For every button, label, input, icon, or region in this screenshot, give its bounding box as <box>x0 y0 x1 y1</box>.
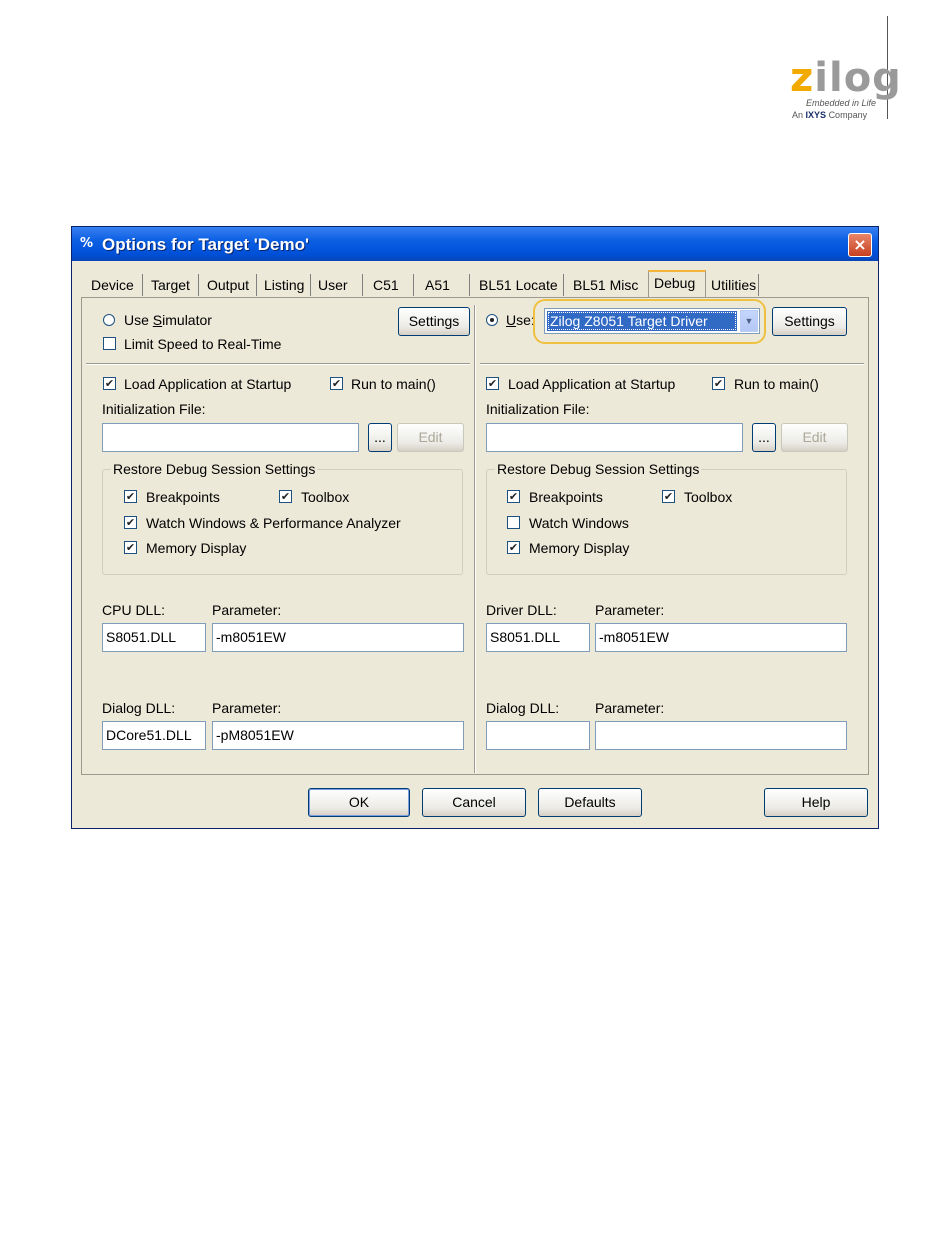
defaults-button[interactable]: Defaults <box>538 788 642 817</box>
driver-dropdown[interactable]: Zilog Z8051 Target Driver ▼ <box>544 308 760 334</box>
left-watch-checkbox[interactable]: ✔ <box>124 516 137 529</box>
left-breakpoints-checkbox[interactable]: ✔ <box>124 490 137 503</box>
tab-output[interactable]: Output <box>202 274 257 296</box>
tab-device[interactable]: Device <box>86 274 143 296</box>
limit-speed-checkbox[interactable] <box>103 337 116 350</box>
title-bar[interactable]: % Options for Target 'Demo' × <box>72 227 878 261</box>
right-init-file-label: Initialization File: <box>486 401 590 417</box>
zilog-logo: zilog <box>790 55 902 101</box>
left-load-app-checkbox[interactable]: ✔ <box>103 377 116 390</box>
left-dialog-param-input[interactable]: -pM8051EW <box>212 721 464 750</box>
close-button[interactable]: × <box>848 233 872 257</box>
app-icon: % <box>80 236 94 251</box>
right-watch-checkbox[interactable] <box>507 516 520 529</box>
left-separator <box>86 363 470 364</box>
driver-dropdown-value: Zilog Z8051 Target Driver <box>547 311 737 331</box>
ok-button[interactable]: OK <box>308 788 410 817</box>
right-run-to-main-checkbox[interactable]: ✔ <box>712 377 725 390</box>
chevron-down-icon[interactable]: ▼ <box>740 310 758 332</box>
tab-utilities[interactable]: Utilities <box>706 274 759 296</box>
right-load-app-label: Load Application at Startup <box>508 376 676 392</box>
right-run-to-main-label: Run to main() <box>734 376 819 392</box>
right-dialog-dll-label: Dialog DLL: <box>486 700 560 716</box>
use-simulator-label: Use Simulator <box>124 312 212 328</box>
left-run-to-main-checkbox[interactable]: ✔ <box>330 377 343 390</box>
use-driver-radio[interactable] <box>486 314 498 326</box>
cpu-dll-label: CPU DLL: <box>102 602 166 618</box>
right-edit-button[interactable]: Edit <box>781 423 848 452</box>
left-init-file-label: Initialization File: <box>102 401 206 417</box>
cpu-dll-input[interactable]: S8051.DLL <box>102 623 206 652</box>
right-dialog-param-label: Parameter: <box>595 700 665 716</box>
tab-listing[interactable]: Listing <box>259 274 311 296</box>
driver-settings-button[interactable]: Settings <box>772 307 847 336</box>
simulator-settings-button[interactable]: Settings <box>398 307 470 336</box>
right-toolbox-label: Toolbox <box>684 489 733 505</box>
driver-dll-input[interactable]: S8051.DLL <box>486 623 590 652</box>
left-memory-label: Memory Display <box>146 540 247 556</box>
right-browse-button[interactable]: ... <box>752 423 776 452</box>
left-load-app-label: Load Application at Startup <box>124 376 292 392</box>
right-restore-group-title: Restore Debug Session Settings <box>495 461 702 477</box>
driver-param-label: Parameter: <box>595 602 665 618</box>
left-run-to-main-label: Run to main() <box>351 376 436 392</box>
left-watch-label: Watch Windows & Performance Analyzer <box>146 515 401 531</box>
left-browse-button[interactable]: ... <box>368 423 392 452</box>
right-dialog-dll-input[interactable] <box>486 721 590 750</box>
tab-target[interactable]: Target <box>146 274 199 296</box>
left-toolbox-label: Toolbox <box>301 489 350 505</box>
options-dialog: % Options for Target 'Demo' × Device Tar… <box>71 226 879 829</box>
left-dialog-param-label: Parameter: <box>212 700 282 716</box>
right-separator <box>480 363 864 364</box>
left-restore-group-title: Restore Debug Session Settings <box>111 461 318 477</box>
logo-tagline: Embedded in Life <box>806 98 877 108</box>
right-breakpoints-label: Breakpoints <box>529 489 603 505</box>
left-dialog-dll-label: Dialog DLL: <box>102 700 176 716</box>
right-dialog-param-input[interactable] <box>595 721 847 750</box>
driver-dll-label: Driver DLL: <box>486 602 557 618</box>
left-edit-button[interactable]: Edit <box>397 423 464 452</box>
right-memory-checkbox[interactable]: ✔ <box>507 541 520 554</box>
right-init-file-input[interactable] <box>486 423 743 452</box>
cancel-button[interactable]: Cancel <box>422 788 526 817</box>
cpu-param-label: Parameter: <box>212 602 282 618</box>
right-load-app-checkbox[interactable]: ✔ <box>486 377 499 390</box>
left-breakpoints-label: Breakpoints <box>146 489 220 505</box>
left-memory-checkbox[interactable]: ✔ <box>124 541 137 554</box>
dialog-title: Options for Target 'Demo' <box>102 235 310 254</box>
tab-a51[interactable]: A51 <box>420 274 470 296</box>
left-dialog-dll-input[interactable]: DCore51.DLL <box>102 721 206 750</box>
tab-c51[interactable]: C51 <box>368 274 414 296</box>
use-simulator-radio[interactable] <box>103 314 115 326</box>
right-watch-label: Watch Windows <box>529 515 629 531</box>
use-driver-label: Use: <box>506 312 535 328</box>
driver-param-input[interactable]: -m8051EW <box>595 623 847 652</box>
tab-user[interactable]: User <box>313 274 363 296</box>
tab-bl51-misc[interactable]: BL51 Misc <box>568 274 653 296</box>
logo-company: An IXYS Company <box>792 110 868 120</box>
limit-speed-label: Limit Speed to Real-Time <box>124 336 282 352</box>
right-breakpoints-checkbox[interactable]: ✔ <box>507 490 520 503</box>
cpu-param-input[interactable]: -m8051EW <box>212 623 464 652</box>
tab-debug[interactable]: Debug <box>648 270 706 297</box>
right-memory-label: Memory Display <box>529 540 630 556</box>
help-button[interactable]: Help <box>764 788 868 817</box>
right-toolbox-checkbox[interactable]: ✔ <box>662 490 675 503</box>
left-toolbox-checkbox[interactable]: ✔ <box>279 490 292 503</box>
left-init-file-input[interactable] <box>102 423 359 452</box>
tab-bl51-locate[interactable]: BL51 Locate <box>474 274 564 296</box>
panel-divider <box>474 305 475 773</box>
